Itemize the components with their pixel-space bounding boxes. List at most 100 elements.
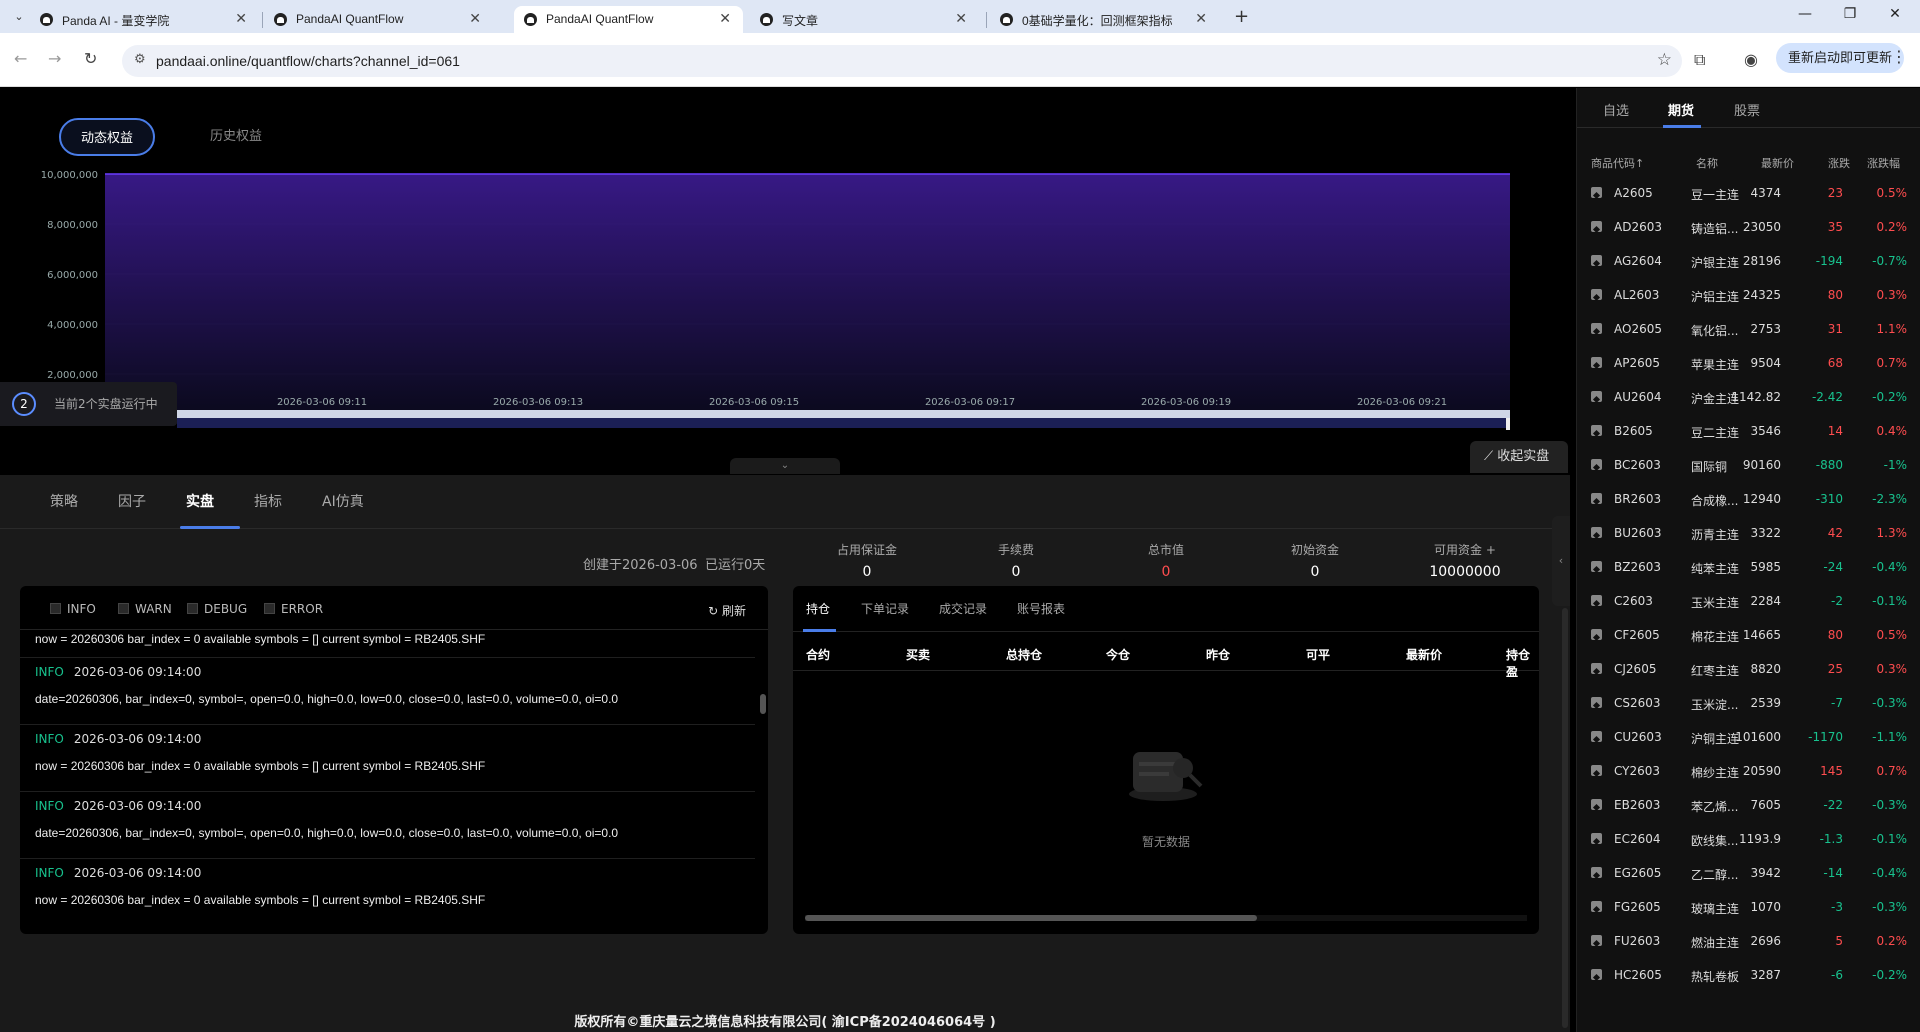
- filter-error-checkbox[interactable]: ERROR: [264, 602, 323, 616]
- minimize-icon[interactable]: —: [1785, 6, 1825, 22]
- market-row[interactable]: CF2605 棉花主连 14665 80 0.5%: [1577, 618, 1920, 652]
- browser-tab[interactable]: PandaAI QuantFlow ✕: [264, 6, 493, 33]
- market-row[interactable]: B2605 豆二主连 3546 14 0.4%: [1577, 414, 1920, 448]
- market-row[interactable]: BZ2603 纯苯主连 5985 -24 -0.4%: [1577, 550, 1920, 584]
- favorite-icon[interactable]: [1591, 493, 1602, 504]
- market-row[interactable]: HC2605 热轧卷板 3287 -6 -0.2%: [1577, 958, 1920, 992]
- favorite-icon[interactable]: [1591, 799, 1602, 810]
- favorite-icon[interactable]: [1591, 221, 1602, 232]
- market-row[interactable]: EB2603 苯乙烯... 7605 -22 -0.3%: [1577, 788, 1920, 822]
- address-bar[interactable]: ⚙ pandaai.online/quantflow/charts?channe…: [122, 45, 1682, 77]
- site-info-icon[interactable]: ⚙: [134, 52, 146, 67]
- add-funds-icon[interactable]: +: [1486, 543, 1496, 557]
- profile-icon[interactable]: ◉: [1744, 50, 1758, 69]
- market-row[interactable]: C2603 玉米主连 2284 -2 -0.1%: [1577, 584, 1920, 618]
- favorite-icon[interactable]: [1591, 765, 1602, 776]
- back-arrow-icon[interactable]: ←: [14, 49, 27, 68]
- favorite-icon[interactable]: [1591, 663, 1602, 674]
- favorite-icon[interactable]: [1591, 901, 1602, 912]
- close-tab-icon[interactable]: ✕: [719, 10, 731, 27]
- favorite-icon[interactable]: [1591, 289, 1602, 300]
- market-row[interactable]: AD2603 铸造铝... 23050 35 0.2%: [1577, 210, 1920, 244]
- close-tab-icon[interactable]: ✕: [1195, 10, 1207, 27]
- filter-warn-checkbox[interactable]: WARN: [118, 602, 172, 616]
- url-text[interactable]: pandaai.online/quantflow/charts?channel_…: [156, 53, 460, 69]
- favorite-icon[interactable]: [1591, 867, 1602, 878]
- tab-futures[interactable]: 期货: [1668, 100, 1694, 119]
- tab-ai-sim[interactable]: AI仿真: [322, 491, 364, 511]
- positions-scrollbar[interactable]: [805, 915, 1527, 921]
- tab-trades[interactable]: 成交记录: [939, 600, 987, 617]
- new-tab-plus-icon[interactable]: +: [1234, 6, 1249, 27]
- market-row[interactable]: AU2604 沪金主连 1142.82 -2.42 -0.2%: [1577, 380, 1920, 414]
- market-row[interactable]: CU2603 沪铜主连 101600 -1170 -1.1%: [1577, 720, 1920, 754]
- market-row[interactable]: FG2605 玻璃主连 1070 -3 -0.3%: [1577, 890, 1920, 924]
- favorite-icon[interactable]: [1591, 187, 1602, 198]
- favorite-icon[interactable]: [1591, 391, 1602, 402]
- market-row[interactable]: AG2604 沪银主连 28196 -194 -0.7%: [1577, 244, 1920, 278]
- close-tab-icon[interactable]: ✕: [955, 10, 967, 27]
- favorite-icon[interactable]: [1591, 697, 1602, 708]
- tab-indicator[interactable]: 指标: [254, 491, 282, 511]
- favorite-icon[interactable]: [1591, 323, 1602, 334]
- market-row[interactable]: BR2603 合成橡... 12940 -310 -2.3%: [1577, 482, 1920, 516]
- zoom-slider-track[interactable]: [177, 410, 1510, 418]
- market-row[interactable]: CS2603 玉米淀... 2539 -7 -0.3%: [1577, 686, 1920, 720]
- favorite-icon[interactable]: [1591, 731, 1602, 742]
- favorite-icon[interactable]: [1591, 561, 1602, 572]
- log-scrollbar[interactable]: [760, 636, 766, 926]
- forward-arrow-icon[interactable]: →: [48, 49, 61, 68]
- favorite-icon[interactable]: [1591, 629, 1602, 640]
- close-tab-icon[interactable]: ✕: [235, 10, 247, 27]
- favorite-icon[interactable]: [1591, 459, 1602, 470]
- tab-search-icon[interactable]: ⌄: [8, 8, 30, 26]
- market-row[interactable]: BU2603 沥青主连 3322 42 1.3%: [1577, 516, 1920, 550]
- favorite-icon[interactable]: [1591, 833, 1602, 844]
- close-window-icon[interactable]: ✕: [1875, 6, 1915, 22]
- market-row[interactable]: AO2605 氧化铝... 2753 31 1.1%: [1577, 312, 1920, 346]
- restart-update-button[interactable]: 重新启动即可更新: [1776, 43, 1904, 73]
- bookmark-star-icon[interactable]: ☆: [1657, 50, 1672, 70]
- favorite-icon[interactable]: [1591, 255, 1602, 266]
- extensions-icon[interactable]: ⧉: [1694, 50, 1705, 70]
- market-row[interactable]: BC2603 国际铜 90160 -880 -1%: [1577, 448, 1920, 482]
- market-row[interactable]: A2605 豆一主连 4374 23 0.5%: [1577, 176, 1920, 210]
- zoom-slider-handle[interactable]: [1506, 418, 1510, 430]
- favorite-icon[interactable]: [1591, 357, 1602, 368]
- main-scrollbar[interactable]: [1562, 608, 1568, 1028]
- browser-tab[interactable]: Panda AI - 量变学院 ✕: [30, 6, 259, 33]
- tab-holdings[interactable]: 持仓: [806, 600, 830, 617]
- running-strategies-badge[interactable]: 2 当前2个实盘运行中: [0, 382, 177, 426]
- refresh-button[interactable]: ↻ 刷新: [708, 602, 746, 619]
- favorite-icon[interactable]: [1591, 935, 1602, 946]
- tab-strategy[interactable]: 策略: [50, 491, 78, 511]
- collapse-live-button[interactable]: ⟋ 收起实盘: [1470, 441, 1568, 473]
- market-row[interactable]: CJ2605 红枣主连 8820 25 0.3%: [1577, 652, 1920, 686]
- chevron-left-icon[interactable]: ‹: [1552, 516, 1570, 606]
- market-row[interactable]: EG2605 乙二醇... 3942 -14 -0.4%: [1577, 856, 1920, 890]
- column-header-code[interactable]: 商品代码↑: [1591, 155, 1644, 171]
- tab-orders[interactable]: 下单记录: [861, 600, 909, 617]
- browser-tab-active[interactable]: PandaAI QuantFlow ✕: [514, 6, 743, 33]
- market-row[interactable]: AP2605 苹果主连 9504 68 0.7%: [1577, 346, 1920, 380]
- market-row[interactable]: AL2603 沪铝主连 24325 80 0.3%: [1577, 278, 1920, 312]
- favorite-icon[interactable]: [1591, 595, 1602, 606]
- filter-debug-checkbox[interactable]: DEBUG: [187, 602, 247, 616]
- market-row[interactable]: CY2603 棉纱主连 20590 145 0.7%: [1577, 754, 1920, 788]
- reload-icon[interactable]: ↻: [84, 49, 97, 68]
- tab-live[interactable]: 实盘: [186, 491, 214, 511]
- market-row[interactable]: EC2604 欧线集... 1193.9 -1.3 -0.1%: [1577, 822, 1920, 856]
- chevron-down-icon[interactable]: ⌄: [730, 458, 840, 474]
- favorite-icon[interactable]: [1591, 527, 1602, 538]
- close-tab-icon[interactable]: ✕: [469, 10, 481, 27]
- browser-menu-icon[interactable]: ⋮: [1891, 47, 1907, 66]
- favorite-icon[interactable]: [1591, 969, 1602, 980]
- filter-info-checkbox[interactable]: INFO: [50, 602, 96, 616]
- browser-tab[interactable]: 写文章 ✕: [750, 6, 979, 33]
- tab-watchlist[interactable]: 自选: [1603, 100, 1629, 119]
- tab-factor[interactable]: 因子: [118, 491, 146, 511]
- market-row[interactable]: FU2603 燃油主连 2696 5 0.2%: [1577, 924, 1920, 958]
- favorite-icon[interactable]: [1591, 425, 1602, 436]
- tab-account-report[interactable]: 账号报表: [1017, 600, 1065, 617]
- tab-stocks[interactable]: 股票: [1734, 100, 1760, 119]
